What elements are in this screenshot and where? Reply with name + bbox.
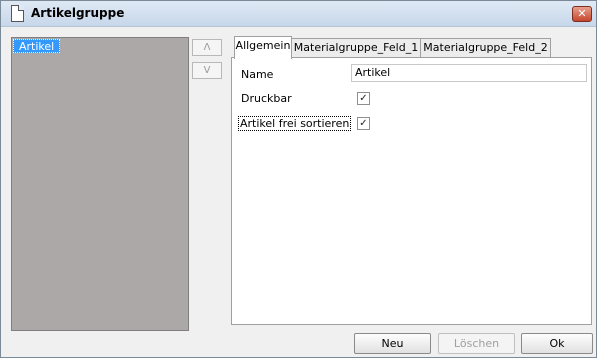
- artikelgruppe-dialog: Artikelgruppe ✕ Artikel Λ V Allgemein Ma…: [0, 0, 597, 358]
- artikel-frei-sortieren-checkbox[interactable]: ✓: [357, 117, 370, 130]
- document-icon: [11, 5, 24, 22]
- list-item[interactable]: Artikel: [13, 39, 61, 53]
- move-up-button[interactable]: Λ: [192, 39, 222, 56]
- tab-materialgruppe-feld-2[interactable]: Materialgruppe_Feld_2: [420, 38, 551, 58]
- druckbar-label: Druckbar: [241, 92, 292, 105]
- name-label: Name: [241, 68, 274, 81]
- ok-button[interactable]: Ok: [521, 333, 593, 354]
- move-down-button[interactable]: V: [192, 62, 222, 79]
- tab-allgemein[interactable]: Allgemein: [234, 36, 292, 59]
- delete-button[interactable]: Löschen: [438, 333, 515, 354]
- window-title: Artikelgruppe: [31, 6, 125, 20]
- druckbar-checkbox[interactable]: ✓: [357, 92, 370, 105]
- tab-materialgruppe-feld-1[interactable]: Materialgruppe_Feld_1: [291, 38, 421, 58]
- artikel-frei-sortieren-label: Artikel frei sortieren: [237, 116, 352, 131]
- new-button[interactable]: Neu: [354, 333, 431, 354]
- close-button[interactable]: ✕: [572, 6, 592, 22]
- artikelgruppe-list[interactable]: Artikel: [11, 37, 189, 331]
- title-bar: Artikelgruppe ✕: [1, 1, 596, 27]
- name-input[interactable]: Artikel: [351, 64, 587, 82]
